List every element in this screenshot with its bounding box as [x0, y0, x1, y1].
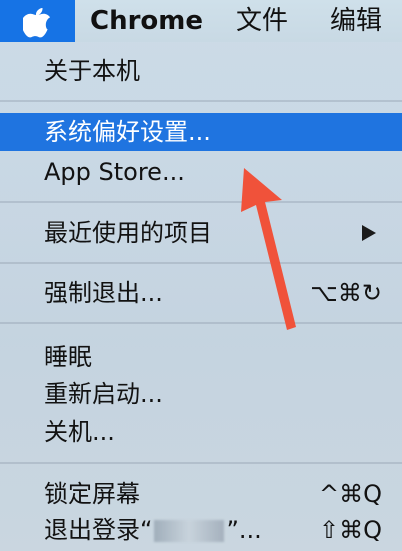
menu-item-system-preferences[interactable]: 系统偏好设置...: [0, 113, 402, 151]
shortcut-label: ⌥⌘↻: [310, 279, 382, 307]
menu-separator: [0, 201, 402, 203]
menubar: Chrome 文件 编辑: [0, 0, 402, 42]
redacted-username: [154, 520, 225, 542]
apple-logo-icon: [23, 8, 51, 38]
menu-item-label: App Store...: [44, 158, 185, 186]
menu-item-app-store[interactable]: App Store...: [0, 153, 402, 191]
menubar-chrome[interactable]: Chrome: [90, 0, 203, 42]
menu-item-restart[interactable]: 重新启动...: [0, 375, 402, 413]
menu-separator: [0, 262, 402, 264]
menu-separator: [0, 462, 402, 464]
menu-item-shutdown[interactable]: 关机...: [0, 413, 402, 451]
shortcut-label: ⇧⌘Q: [319, 516, 382, 544]
menu-item-label: 关机...: [44, 418, 115, 446]
submenu-arrow-icon: [362, 225, 376, 241]
menu-item-label: 系统偏好设置...: [44, 118, 211, 146]
shortcut-label: ^⌘Q: [319, 480, 382, 508]
apple-menu-button[interactable]: [0, 0, 75, 42]
menu-separator: [0, 322, 402, 324]
logout-prefix: 退出登录“: [44, 516, 153, 544]
menu-item-label: 重新启动...: [44, 380, 163, 408]
menu-item-logout[interactable]: 退出登录“ ”... ⇧⌘Q: [0, 511, 402, 549]
menu-item-lock-screen[interactable]: 锁定屏幕 ^⌘Q: [0, 475, 402, 513]
menu-item-force-quit[interactable]: 强制退出... ⌥⌘↻: [0, 274, 402, 312]
apple-dropdown-menu: 关于本机 系统偏好设置... App Store... 最近使用的项目 强制退出…: [0, 42, 402, 551]
logout-suffix: ”...: [226, 516, 262, 544]
menu-item-recent-items[interactable]: 最近使用的项目: [0, 214, 402, 252]
menu-separator: [0, 100, 402, 102]
menu-item-sleep[interactable]: 睡眠: [0, 338, 402, 376]
menu-item-label: 关于本机: [44, 57, 140, 85]
menu-item-label: 退出登录“ ”...: [44, 511, 262, 549]
menu-item-label: 睡眠: [44, 343, 92, 371]
pointer-arrow-icon: [241, 168, 296, 330]
menu-item-label: 锁定屏幕: [44, 480, 140, 508]
menu-item-about[interactable]: 关于本机: [0, 52, 402, 90]
menubar-file[interactable]: 文件: [236, 0, 288, 42]
menu-item-label: 强制退出...: [44, 279, 163, 307]
menu-item-label: 最近使用的项目: [44, 219, 212, 247]
menubar-edit[interactable]: 编辑: [330, 0, 382, 42]
